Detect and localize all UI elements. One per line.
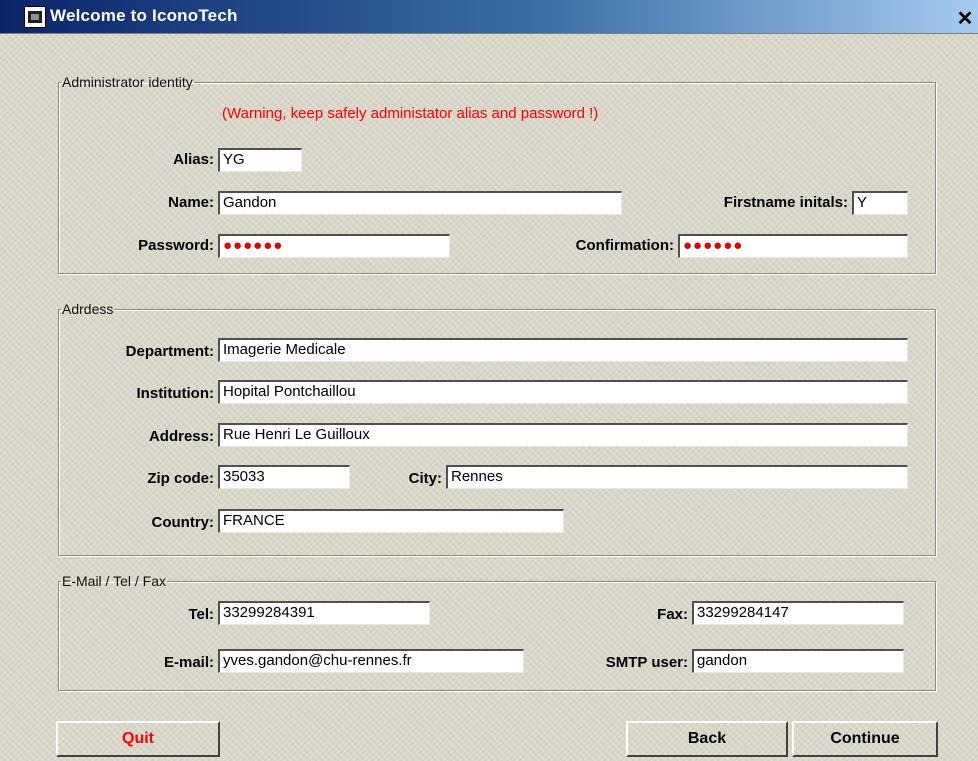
firstname-initials-label: Firstname initals: bbox=[723, 194, 848, 211]
firstname-initials-field[interactable]: Y bbox=[852, 191, 908, 215]
institution-label: Institution: bbox=[136, 385, 214, 402]
contact-legend: E-Mail / Tel / Fax bbox=[62, 573, 166, 589]
name-field[interactable]: Gandon bbox=[218, 191, 622, 215]
address-label: Address: bbox=[148, 428, 214, 445]
password-label: Password: bbox=[138, 237, 214, 254]
department-label: Department: bbox=[125, 343, 214, 360]
country-label: Country: bbox=[151, 514, 215, 531]
country-field[interactable]: FRANCE bbox=[218, 509, 564, 533]
continue-button[interactable]: Continue bbox=[792, 721, 938, 757]
welcome-dialog: Welcome to IconoTech ✕ Administrator ide… bbox=[0, 0, 978, 761]
name-label: Name: bbox=[168, 194, 214, 211]
zip-code-field[interactable]: 35033 bbox=[218, 465, 350, 489]
confirmation-label: Confirmation: bbox=[575, 237, 674, 254]
institution-field[interactable]: Hopital Pontchaillou bbox=[218, 380, 908, 404]
fax-field[interactable]: 33299284147 bbox=[692, 601, 904, 625]
admin-identity-legend: Administrator identity bbox=[62, 74, 193, 90]
window-title: Welcome to IconoTech bbox=[50, 6, 238, 25]
city-label: City: bbox=[408, 470, 442, 487]
title-bar[interactable]: Welcome to IconoTech ✕ bbox=[0, 0, 978, 34]
admin-warning-text: (Warning, keep safely administator alias… bbox=[222, 105, 599, 122]
smtp-user-field[interactable]: gandon bbox=[692, 649, 904, 673]
quit-button[interactable]: Quit bbox=[56, 721, 220, 757]
email-label: E-mail: bbox=[163, 654, 214, 671]
password-field[interactable]: ●●●●●● bbox=[218, 234, 450, 258]
alias-field[interactable]: YG bbox=[218, 148, 302, 172]
address-field[interactable]: Rue Henri Le Guilloux bbox=[218, 423, 908, 447]
smtp-user-label: SMTP user: bbox=[605, 654, 688, 671]
app-icon bbox=[24, 6, 46, 28]
tel-label: Tel: bbox=[188, 606, 214, 623]
email-field[interactable]: yves.gandon@chu-rennes.fr bbox=[218, 649, 524, 673]
close-icon[interactable]: ✕ bbox=[954, 9, 976, 30]
department-field[interactable]: Imagerie Medicale bbox=[218, 338, 908, 362]
fax-label: Fax: bbox=[657, 606, 688, 623]
address-legend: Adrdess bbox=[62, 301, 114, 317]
city-field[interactable]: Rennes bbox=[446, 465, 908, 489]
back-button[interactable]: Back bbox=[626, 721, 788, 757]
alias-label: Alias: bbox=[173, 151, 214, 168]
confirmation-field[interactable]: ●●●●●● bbox=[678, 234, 908, 258]
contact-group: E-Mail / Tel / Fax bbox=[58, 573, 936, 691]
tel-field[interactable]: 33299284391 bbox=[218, 601, 430, 625]
zip-code-label: Zip code: bbox=[147, 470, 214, 487]
